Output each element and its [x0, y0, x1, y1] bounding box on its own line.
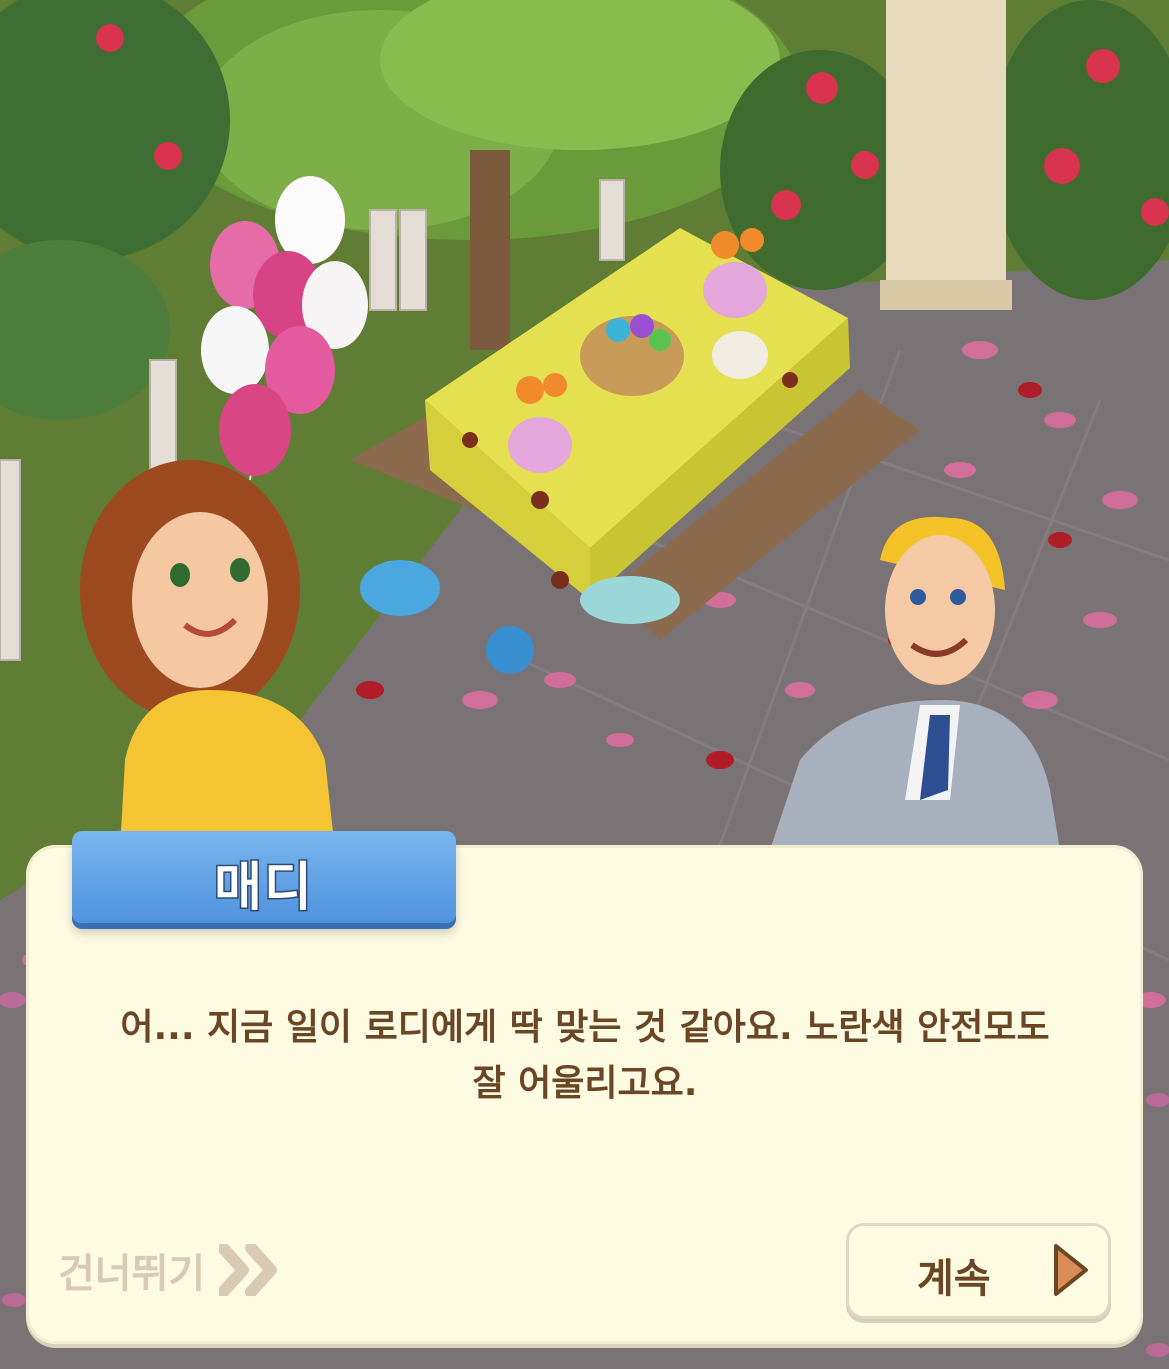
- skip-label: 건너뛰기: [58, 1251, 206, 1297]
- continue-label: 계속: [917, 1256, 991, 1302]
- play-triangle-icon: [1054, 1244, 1088, 1296]
- double-chevron-right-icon: [219, 1244, 278, 1296]
- speaker-name-tag: 매디: [72, 831, 456, 923]
- dialog-line-1: 어... 지금 일이 로디에게 딱 맞는 것 같아요. 노란색 안전모도: [120, 1007, 1050, 1048]
- speaker-name: 매디: [213, 857, 314, 920]
- skip-button[interactable]: 건너뛰기: [58, 1240, 283, 1300]
- dialog-line-2: 잘 어울리고요.: [472, 1063, 698, 1104]
- dialog-text: 어... 지금 일이 로디에게 딱 맞는 것 같아요. 노란색 안전모도 잘 어…: [60, 1000, 1110, 1112]
- continue-button[interactable]: 계속: [846, 1223, 1111, 1319]
